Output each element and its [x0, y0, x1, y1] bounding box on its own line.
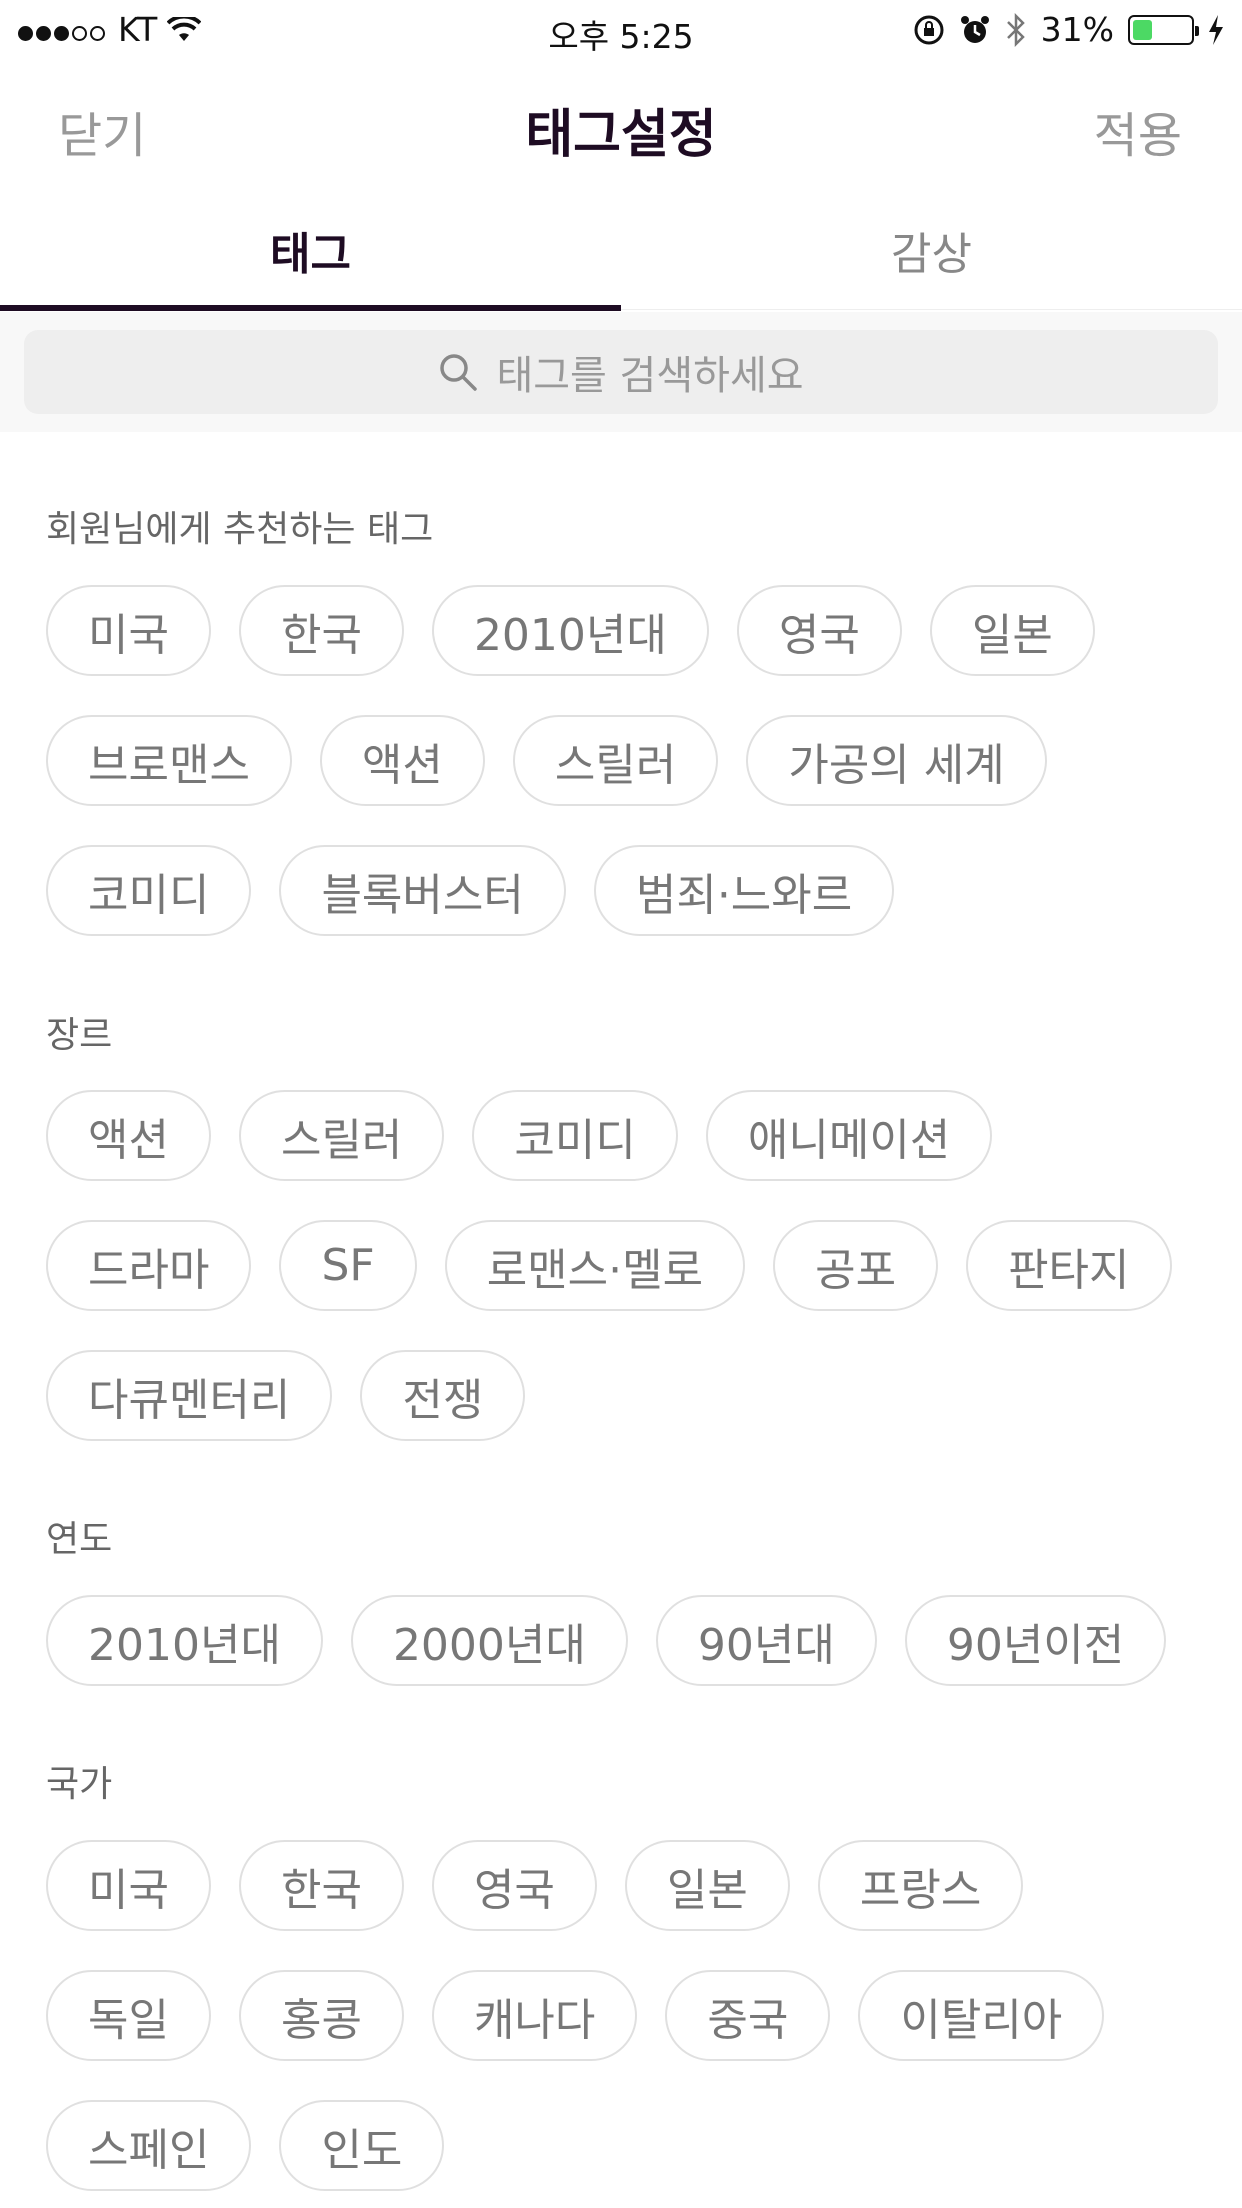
tag-chip[interactable]: 미국: [46, 1840, 211, 1931]
search-placeholder: 태그를 검색하세요: [496, 353, 804, 399]
tag-chip[interactable]: 프랑스: [817, 1840, 1024, 1931]
tag-chip[interactable]: 다큐멘터리: [46, 1350, 333, 1441]
tab-indicator: [0, 305, 621, 311]
tag-list-country: 미국 한국 영국 일본 프랑스독일 홍콩 캐나다 중국 이탈리아스페인 인도: [46, 1840, 1206, 2191]
tag-chip[interactable]: 일본: [929, 585, 1095, 676]
tag-chip[interactable]: 중국: [665, 1970, 831, 2061]
tag-chip[interactable]: SF: [279, 1220, 417, 1311]
tag-list-year: 2010년대 2000년대 90년대 90년이전: [46, 1595, 1206, 1686]
tag-chip[interactable]: 영국: [431, 1840, 597, 1931]
tag-chip[interactable]: 홍콩: [238, 1970, 404, 2061]
search-input[interactable]: 태그를 검색하세요: [24, 330, 1218, 414]
tag-chip[interactable]: 액션: [319, 715, 485, 806]
tag-list-genre: 액션 스릴러 코미디 애니메이션드라마 SF 로맨스·멜로 공포 판타지다큐멘터리 전쟁: [46, 1090, 1206, 1441]
tag-chip[interactable]: 미국: [46, 585, 211, 676]
tag-chip[interactable]: 브로맨스: [46, 715, 292, 806]
tag-chip[interactable]: 전쟁: [360, 1350, 526, 1441]
battery-icon: [1128, 14, 1199, 45]
tag-chip[interactable]: 액션: [46, 1090, 211, 1181]
tag-chip[interactable]: 영국: [736, 585, 902, 676]
tag-chip[interactable]: 독일: [46, 1970, 211, 2061]
tag-chip[interactable]: 스릴러: [512, 715, 719, 806]
tag-chip[interactable]: 애니메이션: [705, 1090, 993, 1181]
charging-icon: [1209, 14, 1223, 45]
tag-chip[interactable]: 가공의 세계: [746, 715, 1047, 806]
tab-bar: 태그 감상: [0, 190, 1242, 311]
tag-chip[interactable]: 한국: [238, 1840, 404, 1931]
tag-chip[interactable]: 로맨스·멜로: [444, 1220, 746, 1311]
search-icon: [440, 354, 478, 391]
status-bar: KT 오후 5:25 31%: [0, 0, 1242, 60]
tag-chip[interactable]: 드라마: [46, 1220, 252, 1311]
navigation-bar: 닫기 태그설정 적용: [0, 60, 1242, 190]
tag-list-recommended: 미국 한국 2010년대 영국 일본브로맨스 액션 스릴러 가공의 세계코미디 블록버스터 범죄·…: [46, 585, 1206, 936]
tab-tags[interactable]: 태그: [0, 218, 621, 282]
status-right: 31%: [913, 10, 1224, 49]
section-title-recommended: 회원님에게 추천하는 태그: [46, 509, 434, 550]
tag-chip[interactable]: 범죄·느와르: [593, 845, 895, 936]
tag-chip[interactable]: 90년대: [655, 1595, 877, 1686]
tag-chip[interactable]: 블록버스터: [279, 845, 566, 936]
page-title: 태그설정: [525, 105, 717, 165]
rotation-lock-icon: [914, 15, 944, 44]
search-area: 태그를 검색하세요: [0, 312, 1242, 432]
tag-chip[interactable]: 2010년대: [46, 1595, 323, 1686]
bluetooth-icon: [1006, 12, 1025, 47]
tag-chip[interactable]: 이탈리아: [858, 1970, 1105, 2061]
tag-chip[interactable]: 일본: [624, 1840, 790, 1931]
tag-chip[interactable]: 인도: [279, 2100, 445, 2191]
tag-chip[interactable]: 캐나다: [431, 1970, 638, 2061]
section-title-genre: 장르: [46, 1015, 113, 1056]
apply-button[interactable]: 적용: [1094, 96, 1182, 166]
section-title-year: 연도: [46, 1519, 113, 1560]
tag-chip[interactable]: 공포: [773, 1220, 939, 1311]
alarm-icon: [960, 15, 989, 43]
tag-chip[interactable]: 스페인: [46, 2100, 252, 2191]
tag-chip[interactable]: 코미디: [472, 1090, 678, 1181]
tab-reviews[interactable]: 감상: [621, 218, 1242, 282]
tag-chip[interactable]: 판타지: [966, 1220, 1172, 1311]
tag-chip[interactable]: 2000년대: [350, 1595, 628, 1686]
tag-chip[interactable]: 코미디: [46, 845, 252, 936]
tag-chip[interactable]: 한국: [238, 585, 404, 676]
battery-percent: 31%: [1040, 10, 1114, 49]
tag-chip[interactable]: 스릴러: [238, 1090, 445, 1181]
tag-chip[interactable]: 2010년대: [431, 585, 709, 676]
tag-chip[interactable]: 90년이전: [904, 1595, 1167, 1686]
section-title-country: 국가: [46, 1764, 113, 1805]
